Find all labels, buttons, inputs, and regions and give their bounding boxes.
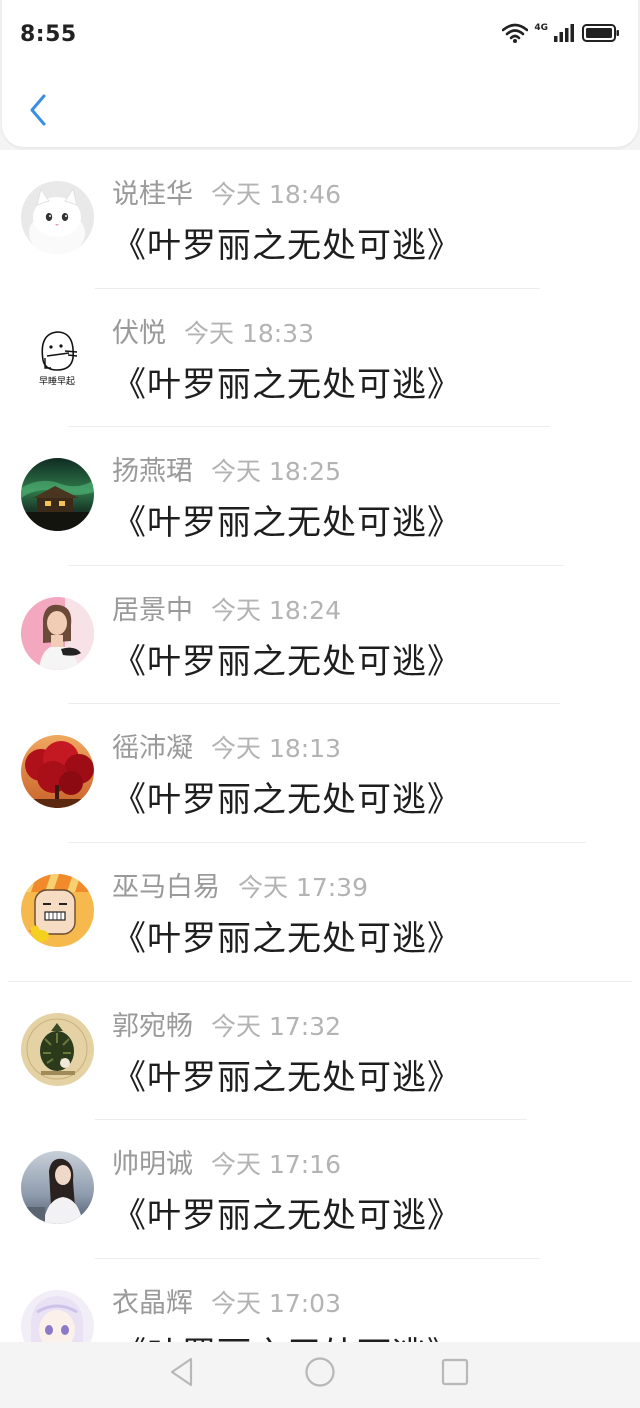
- comment-meta: 巫马白易 今天 17:39: [112, 865, 368, 904]
- avatar[interactable]: [21, 596, 94, 670]
- comment-text: 《叶罗丽之无处可逃》: [112, 918, 462, 959]
- list-item[interactable]: 帅明诚 今天 17:16 《叶罗丽之无处可逃》: [0, 1120, 640, 1259]
- comment-meta: 居景中 今天 18:24: [112, 588, 341, 627]
- list-item[interactable]: 巫马白易 今天 17:39 《叶罗丽之无处可逃》: [0, 843, 640, 982]
- list-item[interactable]: 居景中 今天 18:24 《叶罗丽之无处可逃》: [0, 566, 640, 705]
- red-tree-avatar-image: [21, 735, 94, 809]
- comment-meta: 伏悦 今天 18:33: [112, 311, 314, 350]
- home-circle-icon: [304, 1356, 336, 1392]
- comment-meta: 说桂华 今天 18:46: [112, 172, 341, 211]
- comment-meta: 郭宛畅 今天 17:32: [112, 1004, 341, 1043]
- sketch-cartoon-avatar-image: 早睡早起: [21, 319, 94, 393]
- white-cat-avatar-image: [21, 181, 94, 254]
- user-name[interactable]: 徭沛凝: [112, 726, 193, 765]
- comment-meta: 衣晶辉 今天 17:03: [112, 1281, 341, 1320]
- comment-text: 《叶罗丽之无处可逃》: [112, 503, 462, 544]
- avatar[interactable]: [21, 181, 94, 254]
- comment-time: 今天 18:25: [211, 457, 341, 487]
- list-item[interactable]: 徭沛凝 今天 18:13 《叶罗丽之无处可逃》: [0, 704, 640, 843]
- girl-pink-avatar-image: [21, 596, 94, 670]
- comment-time: 今天 18:33: [184, 318, 314, 348]
- cartoon-face-avatar-image: [21, 873, 94, 947]
- comment-list[interactable]: 说桂华 今天 18:46 《叶罗丽之无处可逃》 早睡早起 伏悦 今天 18:33…: [0, 150, 640, 1342]
- list-item[interactable]: 说桂华 今天 18:46 《叶罗丽之无处可逃》: [0, 150, 640, 289]
- avatar[interactable]: [21, 1289, 94, 1342]
- comment-text: 《叶罗丽之无处可逃》: [112, 641, 462, 682]
- screen: 8:55 4G 说桂华 今天 18:46 《叶罗丽之无处可逃》 早睡早起 伏悦 …: [0, 0, 640, 1408]
- nav-recents-button[interactable]: [435, 1356, 475, 1392]
- comment-meta: 徭沛凝 今天 18:13: [112, 726, 341, 765]
- comment-text: 《叶罗丽之无处可逃》: [112, 1196, 462, 1237]
- comment-time: 今天 17:39: [238, 872, 368, 902]
- avatar-caption: 早睡早起: [39, 375, 75, 387]
- user-name[interactable]: 巫马白易: [112, 865, 220, 904]
- comment-time: 今天 17:32: [211, 1011, 341, 1041]
- avatar[interactable]: [21, 1012, 94, 1086]
- user-name[interactable]: 说桂华: [112, 172, 193, 211]
- system-nav-bar: [0, 1342, 640, 1408]
- avatar[interactable]: [21, 458, 94, 532]
- network-type-label: 4G: [534, 23, 548, 33]
- top-bar: 8:55 4G: [2, 0, 638, 147]
- comment-time: 今天 17:16: [211, 1150, 341, 1180]
- nav-back-button[interactable]: [162, 1356, 202, 1392]
- comment-time: 今天 18:46: [211, 180, 341, 209]
- comment-time: 今天 18:24: [211, 595, 341, 625]
- user-name[interactable]: 帅明诚: [112, 1142, 193, 1181]
- status-time: 8:55: [20, 22, 77, 47]
- user-name[interactable]: 扬燕珺: [112, 449, 193, 488]
- comment-meta: 扬燕珺 今天 18:25: [112, 449, 341, 488]
- green-plant-avatar-image: [21, 1012, 94, 1086]
- user-name[interactable]: 居景中: [112, 588, 193, 627]
- recents-square-icon: [440, 1357, 470, 1391]
- chevron-left-icon: [28, 94, 48, 130]
- signal-icon: [554, 23, 576, 47]
- avatar[interactable]: 早睡早起: [21, 319, 94, 393]
- user-name[interactable]: 衣晶辉: [112, 1281, 193, 1320]
- comment-text: 《叶罗丽之无处可逃》: [112, 226, 462, 266]
- back-triangle-icon: [167, 1356, 197, 1392]
- user-name[interactable]: 伏悦: [112, 311, 166, 350]
- battery-icon: [582, 23, 620, 47]
- comment-time: 今天 17:03: [211, 1288, 341, 1318]
- back-button[interactable]: [20, 92, 56, 132]
- avatar[interactable]: [21, 873, 94, 947]
- comment-meta: 帅明诚 今天 17:16: [112, 1142, 341, 1181]
- list-item[interactable]: 郭宛畅 今天 17:32 《叶罗丽之无处可逃》: [0, 982, 640, 1121]
- aurora-house-avatar-image: [21, 458, 94, 532]
- nav-home-button[interactable]: [300, 1356, 340, 1392]
- comment-text: 《叶罗丽之无处可逃》: [112, 1057, 462, 1098]
- comment-text: 《叶罗丽之无处可逃》: [112, 364, 462, 405]
- comment-text: 《叶罗丽之无处可逃》: [112, 1327, 462, 1342]
- status-icons: 4G: [502, 22, 620, 48]
- user-name[interactable]: 郭宛畅: [112, 1004, 193, 1043]
- wifi-icon: [502, 23, 529, 47]
- list-item[interactable]: 扬燕珺 今天 18:25 《叶罗丽之无处可逃》: [0, 427, 640, 566]
- list-item[interactable]: 早睡早起 伏悦 今天 18:33 《叶罗丽之无处可逃》: [0, 289, 640, 428]
- girl-sea-avatar-image: [21, 1151, 94, 1225]
- comment-text: 《叶罗丽之无处可逃》: [112, 780, 462, 821]
- avatar[interactable]: [21, 1151, 94, 1225]
- list-item[interactable]: 衣晶辉 今天 17:03 《叶罗丽之无处可逃》: [0, 1259, 640, 1342]
- anime-girl-avatar-image: [21, 1289, 94, 1342]
- avatar[interactable]: [21, 735, 94, 809]
- comment-time: 今天 18:13: [211, 734, 341, 764]
